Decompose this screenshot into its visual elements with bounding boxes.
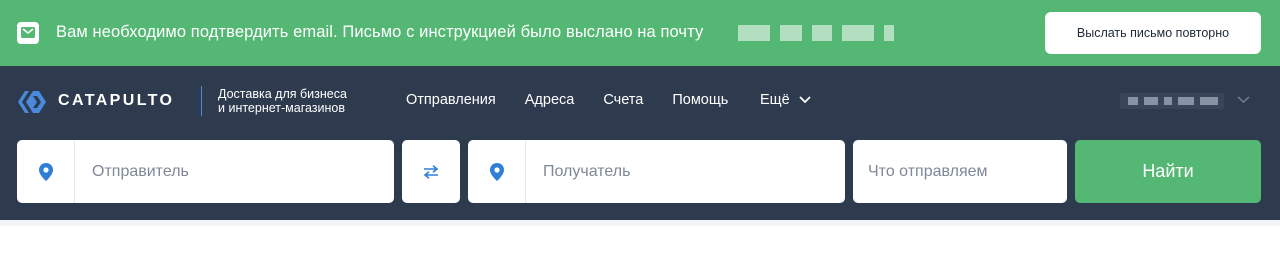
recipient-field[interactable] (468, 140, 845, 203)
menu-more[interactable]: Ещё (760, 92, 811, 108)
tagline-line-1: Доставка для бизнеса (218, 87, 347, 101)
location-pin-icon (489, 162, 504, 181)
banner-message: Вам необходимо подтвердить email. Письмо… (56, 23, 704, 41)
logo-divider (201, 86, 202, 116)
content-top-edge (0, 220, 1280, 226)
swap-button[interactable] (402, 140, 460, 203)
cargo-input[interactable] (868, 140, 1058, 203)
menu-item-shipments[interactable]: Отправления (406, 92, 496, 108)
top-navigation: CATAPULTO Доставка для бизнеса и интерне… (0, 66, 1280, 220)
logo-text[interactable]: CATAPULTO (58, 92, 174, 110)
catapulto-logo-icon[interactable] (16, 89, 48, 115)
recipient-input[interactable] (543, 140, 833, 203)
swap-arrows-icon (423, 164, 439, 179)
user-account-redacted[interactable] (1120, 93, 1224, 109)
menu-item-help[interactable]: Помощь (672, 92, 728, 108)
email-redacted (738, 25, 898, 41)
sender-input[interactable] (92, 140, 382, 203)
account-chevron-down-icon[interactable] (1237, 96, 1250, 104)
recipient-pin (468, 140, 526, 203)
menu-item-addresses[interactable]: Адреса (525, 92, 575, 108)
chevron-down-icon (799, 96, 811, 104)
tagline-line-2: и интернет-магазинов (218, 101, 346, 115)
menu-item-invoices[interactable]: Счета (603, 92, 643, 108)
resend-email-button[interactable]: Выслать письмо повторно (1045, 12, 1261, 54)
main-menu: Отправления Адреса Счета Помощь (406, 92, 757, 108)
cargo-field[interactable] (853, 140, 1067, 203)
menu-more-label: Ещё (760, 92, 790, 108)
tagline: Доставка для бизнеса и интернет-магазино… (218, 87, 347, 115)
mail-icon (17, 22, 39, 44)
sender-pin (17, 140, 75, 203)
sender-field[interactable] (17, 140, 394, 203)
find-button[interactable]: Найти (1075, 140, 1261, 203)
location-pin-icon (38, 162, 53, 181)
email-confirm-banner: Вам необходимо подтвердить email. Письмо… (0, 0, 1280, 66)
